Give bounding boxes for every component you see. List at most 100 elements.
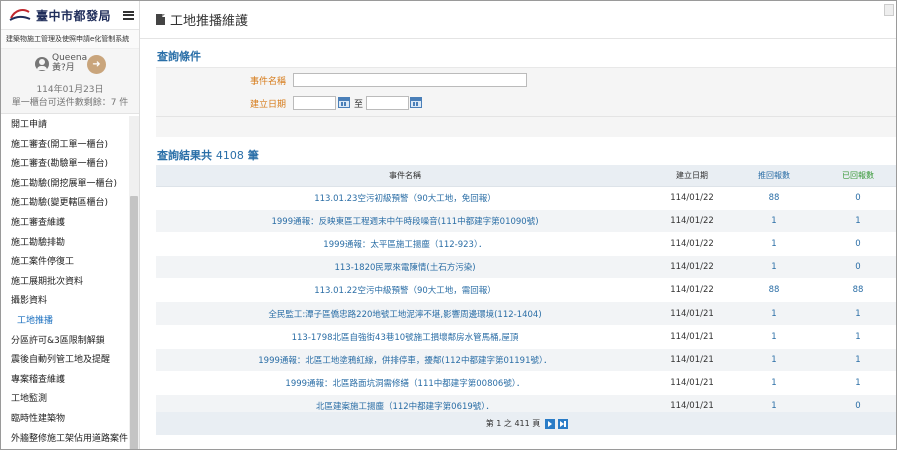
event-name-cell[interactable]: 全民監工:潭子區僑忠路220地號工地泥濘不堪,影響周邊環境(112-1404) bbox=[156, 301, 654, 326]
table-row[interactable]: 1999通報：北區工地塗鴉紅線，併排停車，擾鄰(112中都建字第01191號）．… bbox=[156, 348, 896, 373]
replied-count-cell[interactable]: 1 bbox=[818, 325, 896, 349]
date-range-separator: 至 bbox=[354, 100, 364, 110]
sidebar-menu-item[interactable]: 開工申請 bbox=[1, 116, 129, 136]
pagination: 第 1 之 411 頁 bbox=[156, 412, 896, 435]
date-to-input[interactable] bbox=[366, 96, 409, 110]
sidebar-menu: 開工申請 施工審查(開工單一櫃台) 施工審查(勘驗單一櫃台) 施工勘驗(開挖展單一櫃台… bbox=[1, 116, 129, 449]
pushed-count-cell[interactable]: 1 bbox=[730, 301, 818, 326]
query-section-title: 查詢條件 bbox=[157, 50, 201, 63]
event-name-cell[interactable]: 113.01.22空污中級預警（90大工地，需回報） bbox=[156, 278, 654, 303]
created-date-label: 建立日期 bbox=[249, 100, 286, 110]
replied-count-cell[interactable]: 1 bbox=[818, 371, 896, 396]
table-row[interactable]: 113.01.23空污初級預警（90大工地，免回報） 114/01/22 88 0 bbox=[156, 186, 896, 210]
sidebar-menu-item[interactable]: 分區許可&3區限制解鎖 bbox=[1, 332, 129, 352]
sidebar-scrollbar[interactable] bbox=[129, 116, 139, 449]
page-title: 工地推播維護 bbox=[170, 14, 249, 29]
scrollbar-thumb[interactable] bbox=[130, 196, 138, 449]
results-body: 113.01.23空污初級預警（90大工地，免回報） 114/01/22 88 0 19… bbox=[156, 186, 896, 419]
replied-count-cell[interactable]: 0 bbox=[818, 232, 896, 257]
sidebar-menu-item[interactable]: 施工勘驗(變更轄區櫃台) bbox=[1, 194, 129, 214]
results-title-prefix: 查詢結果共 bbox=[157, 149, 212, 162]
next-page-icon[interactable] bbox=[545, 418, 556, 429]
created-date-cell: 114/01/21 bbox=[654, 301, 730, 326]
replied-count-cell[interactable]: 1 bbox=[818, 301, 896, 326]
created-date-cell: 114/01/22 bbox=[654, 186, 730, 210]
query-actions-row bbox=[156, 116, 896, 138]
table-row[interactable]: 113.01.22空污中級預警（90大工地，需回報） 114/01/22 88 88 bbox=[156, 278, 896, 303]
pushed-count-cell[interactable]: 1 bbox=[730, 209, 818, 233]
event-name-label: 事件名稱 bbox=[249, 77, 286, 87]
table-row[interactable]: 113-1798北區自強街43巷10號施工損壞鄰房水管馬桶,屋頂 114/01/2… bbox=[156, 325, 896, 349]
column-header-event-name[interactable]: 事件名稱 bbox=[156, 165, 654, 187]
pushed-count-cell[interactable]: 1 bbox=[730, 232, 818, 257]
sidebar-menu-item[interactable]: 施工案件停復工 bbox=[1, 253, 129, 273]
sidebar-menu-item[interactable]: 施工展期批次資料 bbox=[1, 273, 129, 293]
column-header-pushed[interactable]: 推回報數 bbox=[730, 165, 818, 187]
replied-count-cell[interactable]: 0 bbox=[818, 186, 896, 210]
event-name-cell[interactable]: 113-1820民眾來電陳情(土石方污染) bbox=[156, 255, 654, 280]
event-name-cell[interactable]: 1999通報：北區工地塗鴉紅線，併排停車，擾鄰(112中都建字第01191號）． bbox=[156, 348, 654, 373]
event-name-cell[interactable]: 1999通報：反映東區工程週末中午時段噪音(111中都建字第01090號) bbox=[156, 209, 654, 233]
results-count: 4108 bbox=[215, 149, 244, 162]
pushed-count-cell[interactable]: 1 bbox=[730, 255, 818, 280]
sidebar-menu-item[interactable]: 施工審查(開工單一櫃台) bbox=[1, 136, 129, 156]
document-icon bbox=[156, 14, 165, 25]
logout-button[interactable]: ➜ bbox=[87, 55, 106, 74]
created-date-cell: 114/01/21 bbox=[654, 348, 730, 373]
column-header-created-date[interactable]: 建立日期 bbox=[654, 165, 730, 187]
sidebar-menu-item[interactable]: 施工勘驗排勘 bbox=[1, 234, 129, 254]
menu-toggle-icon[interactable] bbox=[123, 10, 135, 20]
created-date-cell: 114/01/22 bbox=[654, 278, 730, 303]
scrollbar-up-icon[interactable] bbox=[884, 4, 894, 16]
sidebar-menu-item[interactable]: 施工勘驗(開挖展單一櫃台) bbox=[1, 175, 129, 195]
column-header-replied[interactable]: 已回報數 bbox=[818, 165, 896, 187]
replied-count-cell[interactable]: 1 bbox=[818, 209, 896, 233]
sidebar-menu-item[interactable]: 工地監測 bbox=[1, 390, 129, 410]
pushed-count-cell[interactable]: 88 bbox=[730, 278, 818, 303]
sidebar-menu-item[interactable]: 外牆整修施工架佔用道路案件 bbox=[1, 430, 129, 450]
pushed-count-cell[interactable]: 1 bbox=[730, 348, 818, 373]
sidebar-menu-item[interactable]: 攝影資料 bbox=[1, 292, 129, 312]
replied-count-cell[interactable]: 1 bbox=[818, 348, 896, 373]
sidebar-header: 臺中市都發局 bbox=[1, 1, 139, 30]
pending-count: 單一櫃台可送件數剩餘：7 件 bbox=[11, 98, 129, 108]
event-name-cell[interactable]: 1999通報：太平區施工揚塵（112-923）． bbox=[156, 232, 654, 257]
created-date-cell: 114/01/21 bbox=[654, 371, 730, 396]
event-name-cell[interactable]: 113.01.23空污初級預警（90大工地，免回報） bbox=[156, 186, 654, 210]
sidebar-menu-item[interactable]: 施工審查維護 bbox=[1, 214, 129, 234]
sidebar-menu-item[interactable]: 工地推播 bbox=[1, 312, 129, 332]
sidebar-menu-item[interactable]: 震後自動列管工地及提醒 bbox=[1, 351, 129, 371]
sidebar-menu-item[interactable]: 施工審查(勘驗單一櫃台) bbox=[1, 155, 129, 175]
replied-count-cell[interactable]: 88 bbox=[818, 278, 896, 303]
results-table: 事件名稱 建立日期 推回報數 已回報數 113.01.23空污初級預警（90大工… bbox=[156, 165, 896, 419]
pushed-count-cell[interactable]: 88 bbox=[730, 186, 818, 210]
pushed-count-cell[interactable]: 1 bbox=[730, 371, 818, 396]
results-title: 查詢結果共 4108 筆 bbox=[157, 147, 259, 163]
table-row[interactable]: 113-1820民眾來電陳情(土石方污染) 114/01/22 1 0 bbox=[156, 255, 896, 280]
last-page-icon[interactable] bbox=[558, 418, 569, 429]
event-name-cell[interactable]: 1999通報：北區路面坑洞需修繕（111中都建字第00806號）． bbox=[156, 371, 654, 396]
calendar-icon[interactable] bbox=[410, 97, 422, 108]
calendar-icon[interactable] bbox=[338, 97, 350, 108]
user-role: 黃?月 bbox=[52, 63, 75, 73]
replied-count-cell[interactable]: 0 bbox=[818, 255, 896, 280]
sidebar-menu-item[interactable]: 專案稽查維護 bbox=[1, 371, 129, 391]
system-name: 建築物施工管理及使照申請e化管制系統 bbox=[1, 30, 139, 49]
today-date: 114年01月23日 bbox=[36, 85, 104, 95]
brand-name: 臺中市都發局 bbox=[36, 8, 112, 23]
date-from-input[interactable] bbox=[293, 96, 336, 110]
page-header: 工地推播維護 bbox=[140, 1, 896, 39]
results-title-suffix: 筆 bbox=[247, 149, 259, 162]
event-name-cell[interactable]: 113-1798北區自強街43巷10號施工損壞鄰房水管馬桶,屋頂 bbox=[156, 325, 654, 349]
logo-icon bbox=[9, 9, 31, 21]
pushed-count-cell[interactable]: 1 bbox=[730, 325, 818, 349]
sidebar-menu-item[interactable]: 臨時性建築物 bbox=[1, 410, 129, 430]
table-row[interactable]: 全民監工:潭子區僑忠路220地號工地泥濘不堪,影響周邊環境(112-1404) 1… bbox=[156, 301, 896, 326]
table-row[interactable]: 1999通報：太平區施工揚塵（112-923）． 114/01/22 1 0 bbox=[156, 232, 896, 257]
created-date-cell: 114/01/22 bbox=[654, 232, 730, 257]
table-row[interactable]: 1999通報：反映東區工程週末中午時段噪音(111中都建字第01090號) 114… bbox=[156, 209, 896, 233]
event-name-input[interactable] bbox=[293, 73, 527, 87]
app-window: 臺中市都發局 建築物施工管理及使照申請e化管制系統 Queena 黃?月 ➜ 1… bbox=[0, 0, 897, 450]
table-row[interactable]: 1999通報：北區路面坑洞需修繕（111中都建字第00806號）． 114/01/… bbox=[156, 371, 896, 396]
query-form: 事件名稱 建立日期 至 bbox=[156, 67, 896, 138]
